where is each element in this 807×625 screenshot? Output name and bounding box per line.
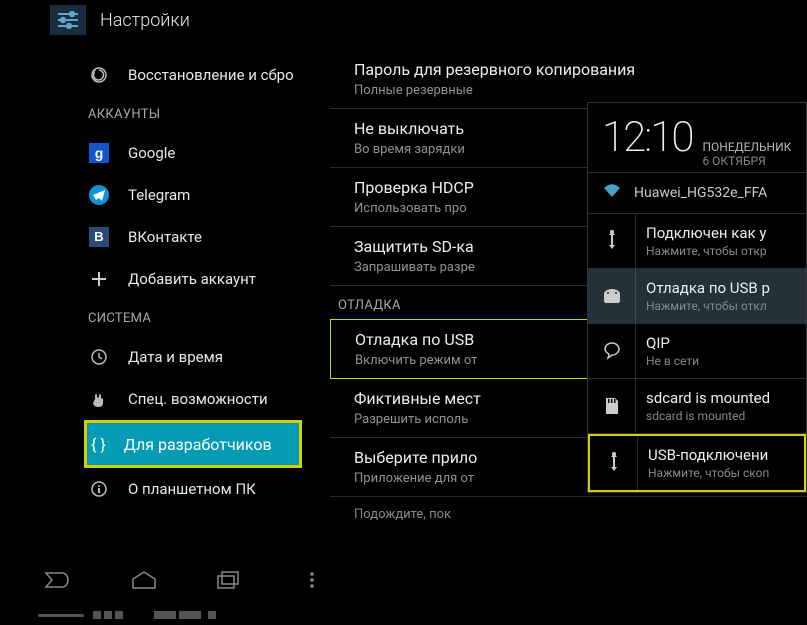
sidebar-item-telegram[interactable]: Telegram — [88, 174, 330, 216]
sidebar-item-about[interactable]: О планшетном ПК — [88, 468, 330, 510]
info-icon — [88, 478, 110, 500]
sidebar-item-add-account[interactable]: Добавить аккаунт — [88, 258, 330, 300]
hand-icon — [88, 388, 110, 410]
android-icon — [588, 269, 636, 323]
usb-icon — [588, 214, 636, 268]
sidebar-item-label: Дата и время — [128, 348, 223, 366]
clock-day: ПОНЕДЕЛЬНИК — [702, 140, 791, 154]
settings-logo — [50, 5, 86, 35]
sidebar-item-label: Telegram — [128, 186, 190, 204]
telegram-icon — [88, 184, 110, 206]
sidebar-item-vk[interactable]: B ВКонтакте — [88, 216, 330, 258]
clock-icon — [88, 346, 110, 368]
clock-time: 12:10 — [602, 113, 692, 162]
notification-usb-debug[interactable]: Отладка по USB р Нажмите, чтобы откл — [588, 269, 806, 324]
sidebar-item-developer[interactable]: { } Для разработчиков — [87, 423, 299, 465]
panel-clock[interactable]: 12:10 ПОНЕДЕЛЬНИК 6 ОКТЯБРЯ — [588, 103, 806, 173]
app-title: Настройки — [100, 10, 190, 31]
home-button[interactable] — [124, 566, 164, 594]
recent-apps-button[interactable] — [208, 566, 248, 594]
sidebar-item-label: ВКонтакте — [128, 228, 202, 246]
sidebar-section-accounts: АККАУНТЫ — [88, 96, 330, 132]
sidebar-item-restore[interactable]: Восстановление и сбро — [88, 54, 330, 96]
sidebar-section-system: СИСТЕМА — [88, 300, 330, 336]
notification-sdcard[interactable]: sdcard is mounted sdcard is mounted — [588, 379, 806, 434]
setting-subtitle: Полные резервные — [354, 83, 807, 98]
notification-subtitle: sdcard is mounted — [646, 409, 796, 423]
sidebar-item-label: Восстановление и сбро — [128, 66, 294, 84]
vk-icon: B — [88, 226, 110, 248]
clock-date: 6 ОКТЯБРЯ — [702, 154, 791, 168]
notification-subtitle: Не в сети — [646, 354, 796, 368]
usb-icon — [590, 436, 638, 490]
sidebar-item-label: Google — [128, 144, 175, 162]
notification-title: Подключен как у — [646, 224, 796, 242]
notification-panel: 12:10 ПОНЕДЕЛЬНИК 6 ОКТЯБРЯ Huawei_HG532… — [587, 102, 807, 493]
braces-icon: { } — [91, 435, 106, 454]
sidebar-item-google[interactable]: g Google — [88, 132, 330, 174]
navigation-bar — [0, 557, 807, 603]
setting-title: Пароль для резервного копирования — [354, 60, 807, 79]
sidebar-item-label: О планшетном ПК — [128, 480, 256, 498]
sidebar-item-accessibility[interactable]: Спец. возможности — [88, 378, 330, 420]
sidebar-item-developer-highlight: { } Для разработчиков — [84, 420, 302, 468]
sidebar-item-datetime[interactable]: Дата и время — [88, 336, 330, 378]
notification-title: USB-подключени — [648, 446, 794, 464]
notification-qip[interactable]: QIP Не в сети — [588, 324, 806, 379]
panel-wifi[interactable]: Huawei_HG532e_FFA — [588, 173, 806, 214]
google-icon: g — [88, 142, 110, 164]
menu-button[interactable] — [292, 566, 332, 594]
notification-title: sdcard is mounted — [646, 389, 796, 407]
notification-subtitle: Нажмите, чтобы откр — [646, 244, 796, 258]
qip-icon — [588, 324, 636, 378]
detail-footer: Подождите, пок — [330, 497, 807, 522]
app-header: Настройки — [10, 0, 807, 40]
wifi-icon — [602, 183, 622, 203]
plus-icon — [88, 268, 110, 290]
notification-usb-connected[interactable]: Подключен как у Нажмите, чтобы откр — [588, 214, 806, 269]
sidebar-item-label: Спец. возможности — [128, 390, 268, 408]
status-bar[interactable] — [0, 605, 807, 625]
sidebar-item-label: Добавить аккаунт — [128, 270, 256, 288]
setting-item-backup-password[interactable]: Пароль для резервного копирования Полные… — [330, 50, 807, 109]
notification-subtitle: Нажмите, чтобы откл — [646, 299, 796, 313]
notification-subtitle: Нажмите, чтобы скоп — [648, 466, 794, 480]
notification-title: Отладка по USB р — [646, 279, 796, 297]
back-button[interactable] — [40, 566, 80, 594]
sidebar-item-label: Для разработчиков — [124, 435, 272, 454]
restore-icon — [88, 64, 110, 86]
wifi-name: Huawei_HG532e_FFA — [634, 185, 767, 201]
settings-sidebar: Восстановление и сбро АККАУНТЫ g Google … — [10, 40, 330, 555]
notification-usb-connection[interactable]: USB-подключени Нажмите, чтобы скоп — [588, 434, 806, 492]
notification-title: QIP — [646, 334, 796, 352]
sdcard-icon — [588, 379, 636, 433]
